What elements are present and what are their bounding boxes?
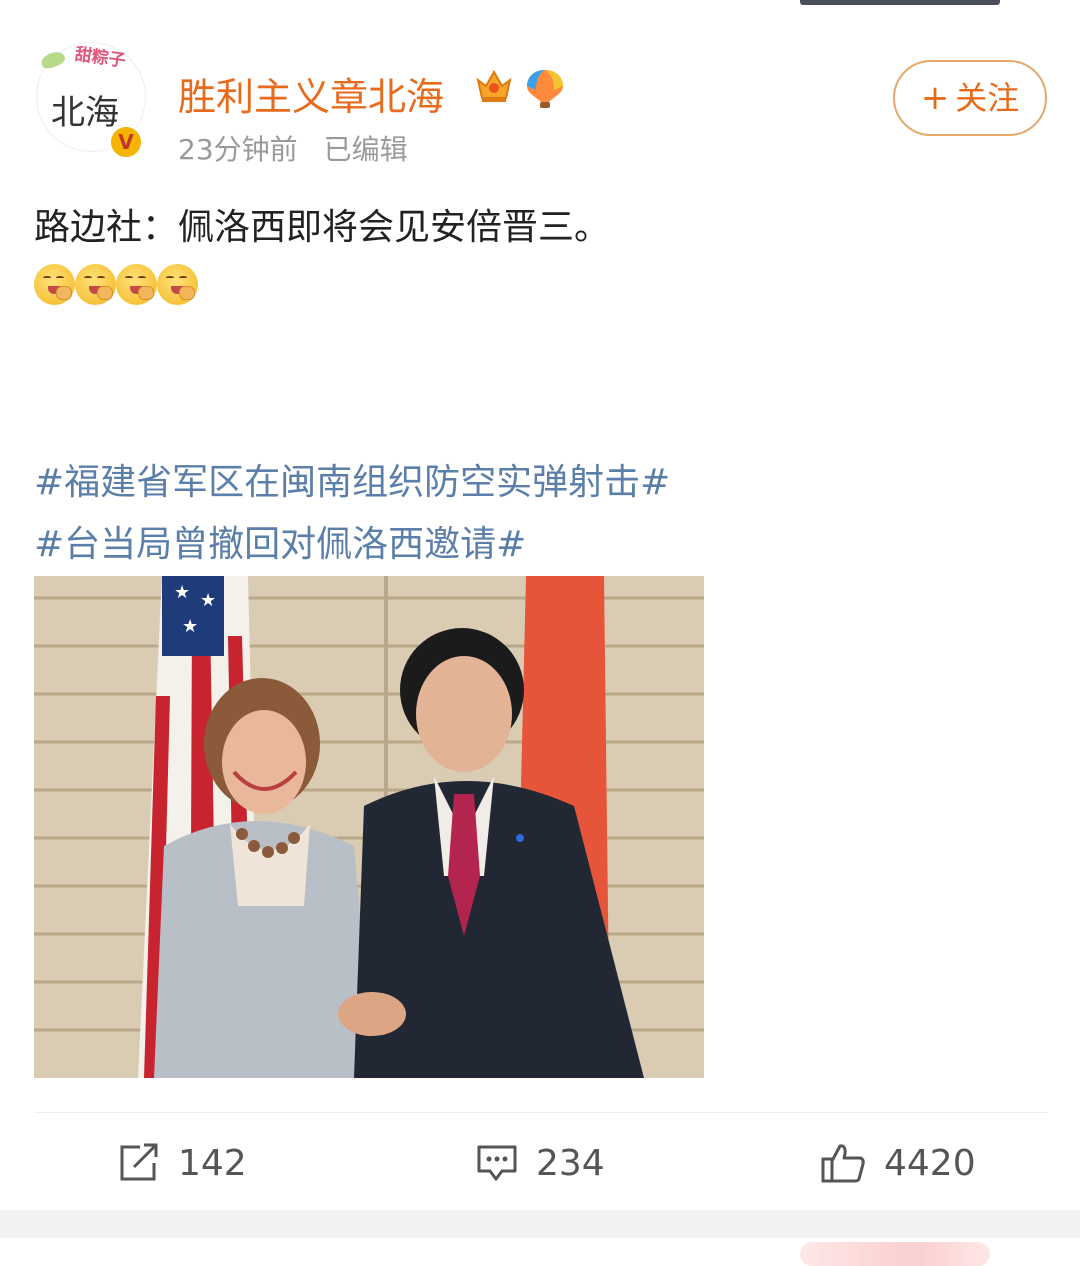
next-post-preview	[0, 1238, 1080, 1266]
hashtag-link[interactable]: #福建省军区在闽南组织防空实弹射击#	[34, 452, 670, 514]
yummy-emoji-icon	[116, 264, 157, 305]
comment-icon	[477, 1145, 517, 1181]
yummy-emoji-icon	[75, 264, 116, 305]
username[interactable]: 胜利主义章北海	[178, 66, 444, 121]
svg-text:★: ★	[182, 616, 198, 637]
plus-icon: +	[920, 78, 950, 118]
like-button[interactable]: 4420	[820, 1138, 976, 1188]
like-count: 4420	[884, 1142, 976, 1184]
svg-text:★: ★	[200, 590, 216, 611]
zongzi-deco-icon	[39, 49, 67, 71]
follow-label: 关注	[955, 79, 1020, 117]
post-photo[interactable]: ★ ★ ★	[34, 576, 704, 1078]
hot-air-balloon-badge-icon[interactable]	[524, 68, 566, 110]
repost-icon	[120, 1143, 158, 1181]
yummy-emoji-icon	[157, 264, 198, 305]
crown-badge-icon[interactable]	[474, 68, 514, 104]
feed-separator	[0, 1210, 1080, 1238]
comment-button[interactable]: 234	[476, 1138, 605, 1188]
action-bar-divider	[34, 1112, 1048, 1113]
post-timestamp: 23分钟前	[178, 133, 298, 166]
yummy-emoji-icon	[34, 264, 75, 305]
edited-label[interactable]: 已编辑	[324, 133, 408, 166]
verified-badge-icon: V	[108, 124, 144, 160]
hashtag-link[interactable]: #台当局曾撤回对佩洛西邀请#	[34, 514, 670, 576]
avatar-label: 北海	[51, 93, 119, 133]
weibo-post-card: 甜粽子 北海 V 胜利主义章北海 23分钟前 已编辑 + 关注 路边社：佩洛西即将会…	[0, 12, 1080, 1210]
next-post-decoration	[800, 1242, 990, 1266]
follow-button[interactable]: + 关注	[893, 60, 1047, 136]
avatar-deco-label: 甜粽子	[73, 44, 127, 72]
post-body-text: 路边社：佩洛西即将会见安倍晋三。	[34, 207, 611, 248]
comment-count: 234	[536, 1142, 605, 1184]
hashtag-list: #福建省军区在闽南组织防空实弹射击# #台当局曾撤回对佩洛西邀请#	[34, 452, 670, 576]
photo-illustration: ★ ★★	[34, 576, 704, 1078]
previous-content-edge	[800, 0, 1000, 5]
repost-count: 142	[178, 1142, 247, 1184]
top-strip	[0, 0, 1080, 12]
thumbs-up-icon	[821, 1144, 865, 1183]
repost-button[interactable]: 142	[118, 1138, 247, 1188]
post-meta: 23分钟前 已编辑	[178, 128, 408, 168]
emoji-row	[34, 264, 198, 308]
svg-text:★: ★	[174, 582, 190, 603]
